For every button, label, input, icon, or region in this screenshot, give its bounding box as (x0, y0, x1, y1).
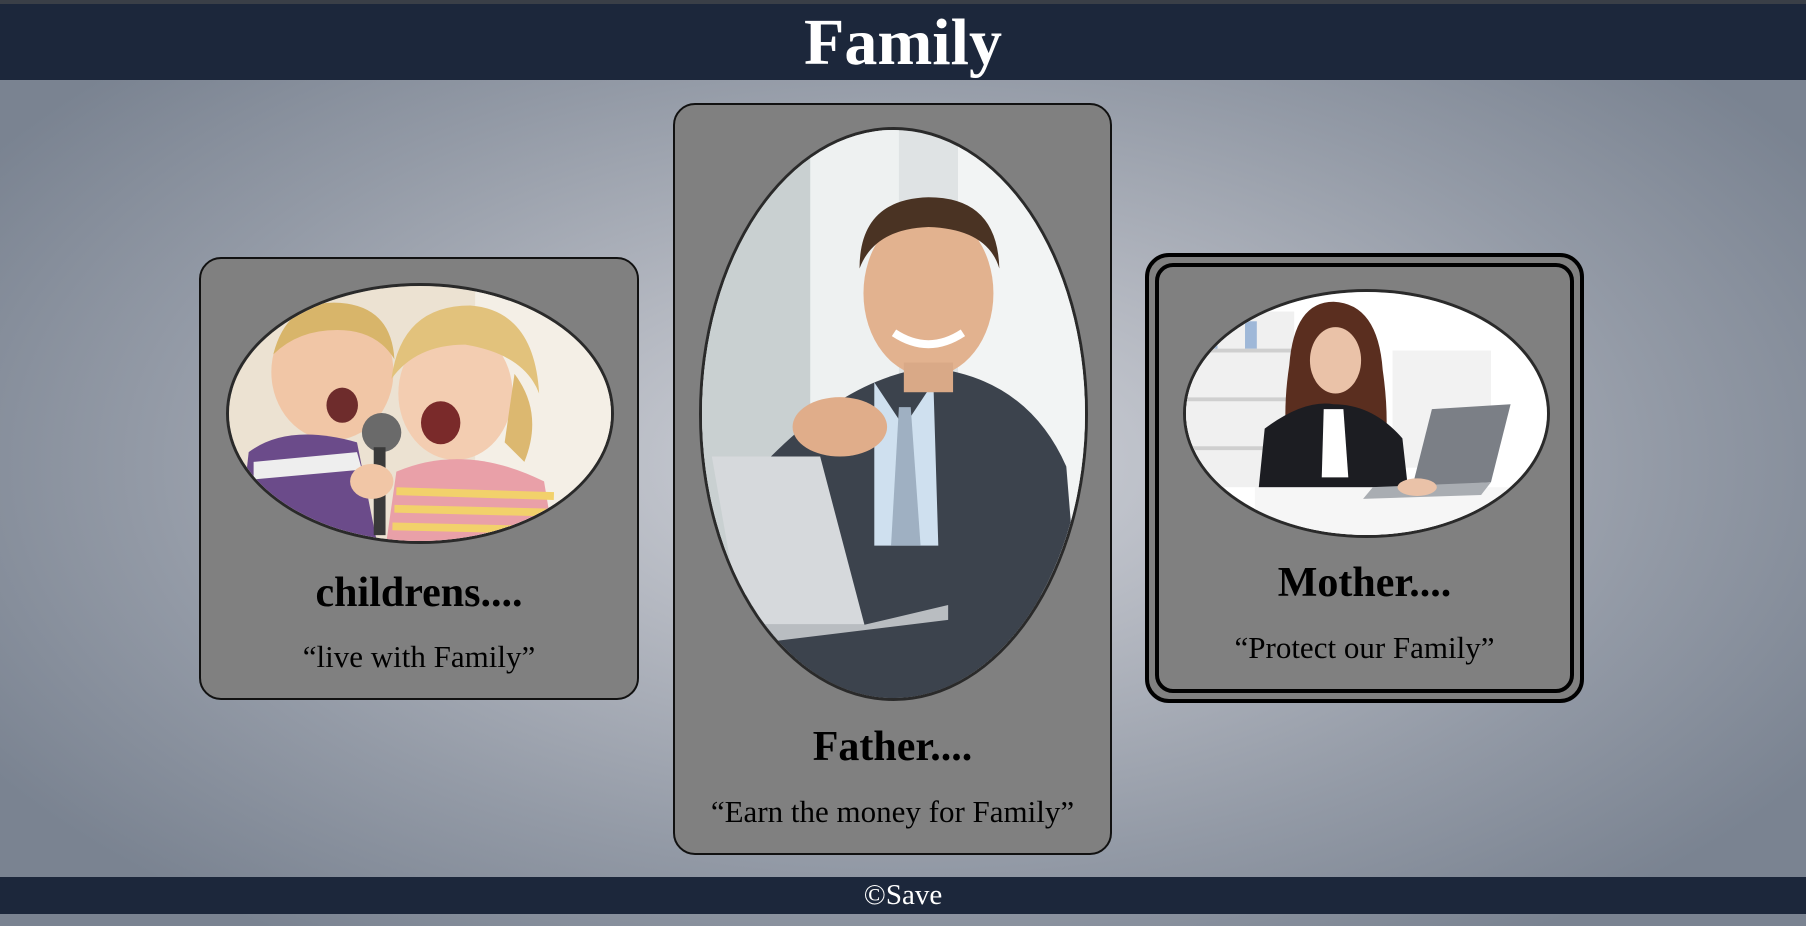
father-quote: “Earn the money for Family” (710, 794, 1075, 829)
children-photo (226, 283, 614, 544)
mother-quote: “Protect our Family” (1234, 630, 1495, 665)
page-footer: ©Save (0, 877, 1806, 914)
father-photo-image (702, 130, 1085, 698)
mother-title: Mother.... (1277, 560, 1452, 606)
children-quote: “live with Family” (302, 639, 536, 674)
father-card: Father.... “Earn the money for Family” (673, 103, 1112, 855)
children-title: childrens.... (315, 570, 523, 616)
children-photo-image (229, 286, 611, 541)
mother-photo (1183, 289, 1550, 538)
father-photo (699, 127, 1088, 701)
page-header: Family (0, 4, 1806, 80)
mother-card: Mother.... “Protect our Family” (1145, 253, 1584, 703)
page-title: Family (804, 6, 1002, 79)
mother-photo-image (1186, 292, 1547, 535)
children-card: childrens.... “live with Family” (199, 257, 639, 700)
footer-text: ©Save (863, 879, 943, 911)
father-title: Father.... (812, 724, 973, 770)
